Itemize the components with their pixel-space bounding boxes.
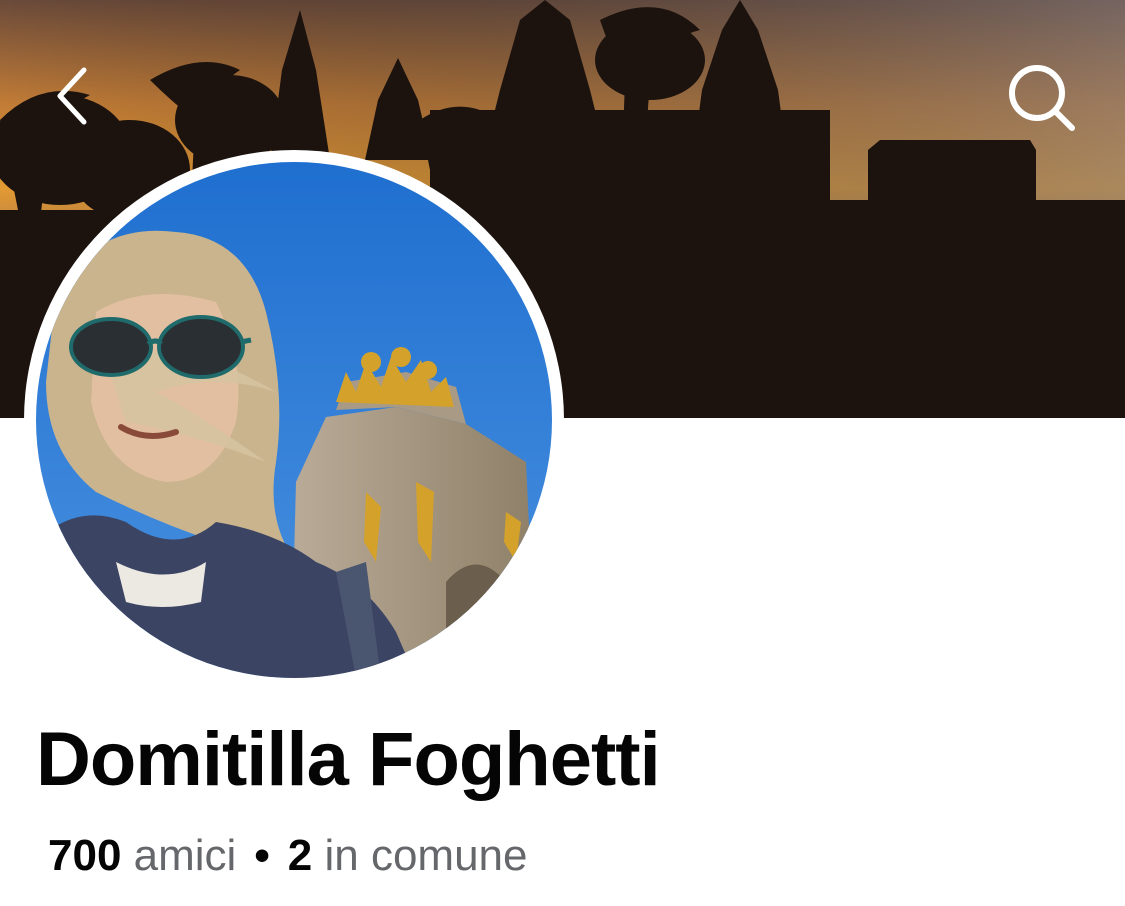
back-button[interactable] (40, 58, 104, 134)
profile-page: Domitilla Foghetti 700 amici • 2 in comune (0, 0, 1125, 906)
friends-link[interactable]: 700 amici (48, 831, 236, 880)
profile-name: Domitilla Foghetti (36, 717, 661, 802)
friends-count: 700 (48, 831, 122, 880)
search-icon (1009, 65, 1075, 131)
chevron-left-icon (57, 67, 87, 125)
stats-separator: • (254, 831, 270, 880)
search-button[interactable] (996, 52, 1088, 144)
friends-label: amici (133, 831, 237, 880)
profile-avatar[interactable] (36, 162, 552, 678)
profile-stats: 700 amici • 2 in comune (48, 834, 527, 878)
mutual-count: 2 (287, 831, 313, 880)
mutual-label: in comune (324, 831, 528, 880)
mutual-friends-link[interactable]: 2 in comune (288, 831, 528, 880)
avatar-image (36, 162, 552, 678)
